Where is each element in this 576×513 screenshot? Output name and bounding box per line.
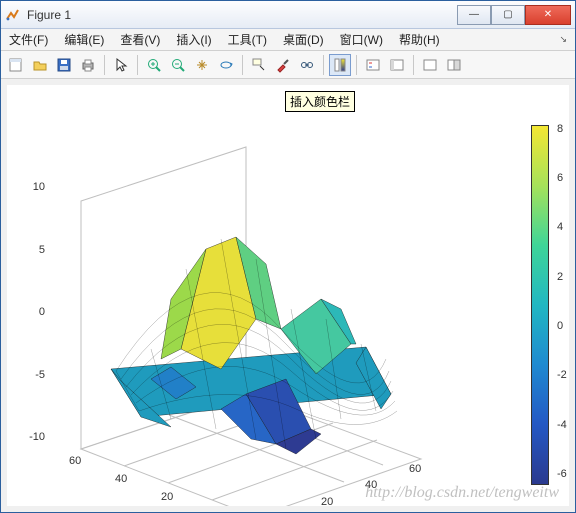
menu-tools[interactable]: 工具(T) <box>224 29 271 50</box>
close-button[interactable]: ✕ <box>525 5 571 25</box>
z-tick: -10 <box>21 431 45 443</box>
menu-help[interactable]: 帮助(H) <box>395 29 444 50</box>
x-tick: 60 <box>409 463 421 475</box>
colorbar-strip <box>531 125 549 485</box>
zoom-in-button[interactable] <box>143 54 165 76</box>
z-tick: -5 <box>21 369 45 381</box>
save-button[interactable] <box>53 54 75 76</box>
cbar-tick: -4 <box>557 419 567 431</box>
window-buttons: — ▢ ✕ <box>457 5 571 25</box>
link-button[interactable] <box>296 54 318 76</box>
cbar-tick: 8 <box>557 123 563 135</box>
z-tick: 5 <box>21 244 45 256</box>
print-button[interactable] <box>77 54 99 76</box>
toolbar-separator <box>413 55 414 75</box>
maximize-button[interactable]: ▢ <box>491 5 525 25</box>
menu-insert[interactable]: 插入(I) <box>172 29 215 50</box>
plot-area[interactable]: 插入颜色栏 <box>7 85 569 506</box>
menu-desktop[interactable]: 桌面(D) <box>279 29 328 50</box>
y-tick: 20 <box>161 491 173 503</box>
tooltip: 插入颜色栏 <box>285 91 355 112</box>
new-figure-button[interactable] <box>5 54 27 76</box>
y-tick: 60 <box>69 455 81 467</box>
show-plot-tools-button[interactable] <box>419 54 441 76</box>
datacursor-button[interactable] <box>248 54 270 76</box>
figure-window: Figure 1 — ▢ ✕ 文件(F) 编辑(E) 查看(V) 插入(I) 工… <box>0 0 576 513</box>
axes-3d[interactable]: 10 5 0 -5 -10 60 40 20 0 0 20 40 60 <box>21 119 441 506</box>
menu-file[interactable]: 文件(F) <box>5 29 52 50</box>
pan-button[interactable] <box>191 54 213 76</box>
open-button[interactable] <box>29 54 51 76</box>
cbar-tick: -6 <box>557 468 567 480</box>
z-axis-ticks: 10 5 0 -5 -10 <box>21 187 49 437</box>
minimize-button[interactable]: — <box>457 5 491 25</box>
menu-window[interactable]: 窗口(W) <box>336 29 387 50</box>
menubar: 文件(F) 编辑(E) 查看(V) 插入(I) 工具(T) 桌面(D) 窗口(W… <box>1 29 575 51</box>
hide-plot-tools-button[interactable] <box>386 54 408 76</box>
toolbar-separator <box>356 55 357 75</box>
z-tick: 10 <box>21 181 45 193</box>
insert-legend-button[interactable] <box>362 54 384 76</box>
zoom-out-button[interactable] <box>167 54 189 76</box>
toolbar-separator <box>137 55 138 75</box>
colorbar[interactable]: 8 6 4 2 0 -2 -4 -6 <box>531 125 557 485</box>
x-tick: 20 <box>321 496 333 506</box>
menu-edit[interactable]: 编辑(E) <box>60 29 108 50</box>
pointer-button[interactable] <box>110 54 132 76</box>
cbar-tick: -2 <box>557 369 567 381</box>
window-title: Figure 1 <box>27 8 457 22</box>
toolbar-separator <box>104 55 105 75</box>
rotate3d-button[interactable] <box>215 54 237 76</box>
cbar-tick: 2 <box>557 271 563 283</box>
matlab-icon <box>5 7 21 23</box>
toolbar <box>1 51 575 79</box>
watermark: http://blog.csdn.net/tengweitw <box>365 484 559 502</box>
cbar-tick: 4 <box>557 221 563 233</box>
menu-view[interactable]: 查看(V) <box>116 29 164 50</box>
menu-overflow-icon[interactable]: ↘ <box>559 34 571 45</box>
z-tick: 0 <box>21 306 45 318</box>
cbar-tick: 6 <box>557 172 563 184</box>
toolbar-separator <box>242 55 243 75</box>
toolbar-separator <box>323 55 324 75</box>
insert-colorbar-button[interactable] <box>329 54 351 76</box>
brush-button[interactable] <box>272 54 294 76</box>
titlebar[interactable]: Figure 1 — ▢ ✕ <box>1 1 575 29</box>
y-tick: 40 <box>115 473 127 485</box>
dock-button[interactable] <box>443 54 465 76</box>
cbar-tick: 0 <box>557 320 563 332</box>
colorbar-ticks: 8 6 4 2 0 -2 -4 -6 <box>557 125 569 485</box>
